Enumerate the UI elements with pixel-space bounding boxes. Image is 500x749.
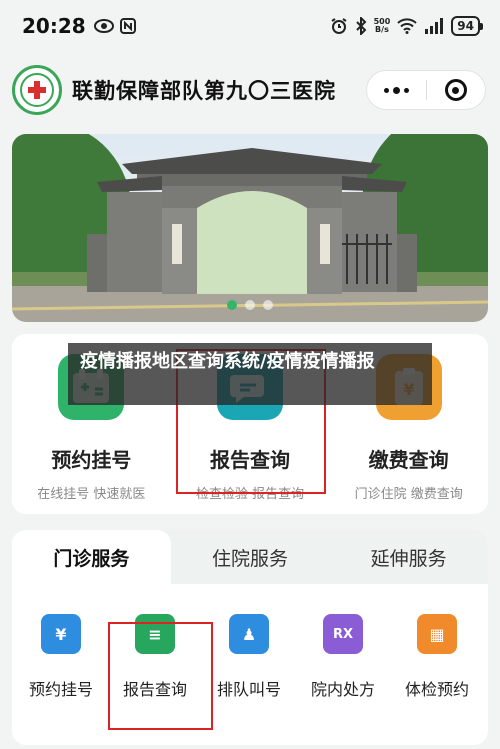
service-label: 体检预约 — [404, 680, 469, 699]
checkup-calendar-icon: ▦ — [417, 614, 457, 654]
service-label: 排队叫号 — [216, 680, 281, 699]
quick-action-title: 缴费查询 — [368, 448, 449, 472]
bluetooth-icon — [355, 17, 367, 35]
carousel-dot[interactable] — [245, 300, 255, 310]
eye-icon — [93, 19, 114, 33]
hospital-logo — [12, 65, 62, 115]
banner-carousel[interactable] — [12, 134, 488, 322]
quick-action-subtitle: 门诊住院 缴费查询 — [354, 487, 463, 502]
service-label: 院内处方 — [310, 680, 375, 699]
yen-ticket-icon: ¥ — [41, 614, 81, 654]
banner-gate-image — [12, 134, 488, 322]
tab-outpatient[interactable]: 门诊服务 — [12, 530, 171, 584]
hospital-name: 联勤保障部队第九〇三医院 — [72, 79, 336, 103]
service-queue[interactable]: ♟ 排队叫号 — [202, 614, 296, 700]
service-checkup[interactable]: ▦ 体检预约 — [390, 614, 484, 700]
wifi-icon — [397, 18, 417, 34]
network-speed: 500 B/s — [373, 17, 391, 34]
carousel-dot[interactable] — [263, 300, 273, 310]
highlight-box-report-service — [108, 622, 213, 730]
tab-extended[interactable]: 延伸服务 — [329, 530, 488, 584]
watermark-caption: 疫情播报地区查询系统/疫情疫情播报 — [68, 343, 432, 405]
signal-icon — [425, 18, 444, 34]
app-header: 联勤保障部队第九〇三医院 — [0, 55, 500, 125]
service-card: 门诊服务 住院服务 延伸服务 ¥ 预约挂号 ≡ 报告查询 ♟ 排队叫号 RX 院… — [12, 530, 488, 745]
carousel-dot[interactable] — [227, 300, 237, 310]
status-bar: 20:28 500 B/s 94 — [0, 0, 500, 52]
quick-action-subtitle: 在线挂号 快速就医 — [37, 487, 146, 502]
carousel-indicators — [12, 300, 488, 310]
service-grid: ¥ 预约挂号 ≡ 报告查询 ♟ 排队叫号 RX 院内处方 ▦ 体检预约 — [12, 584, 488, 700]
alarm-icon — [331, 18, 347, 34]
tab-inpatient[interactable]: 住院服务 — [171, 530, 330, 584]
close-miniprogram-button[interactable] — [427, 71, 486, 109]
more-dots-icon — [383, 86, 409, 94]
service-prescription[interactable]: RX 院内处方 — [296, 614, 390, 700]
service-appointment[interactable]: ¥ 预约挂号 — [14, 614, 108, 700]
target-close-icon — [444, 79, 467, 101]
nfc-icon — [119, 18, 136, 34]
status-time: 20:28 — [22, 14, 86, 38]
red-cross-icon — [28, 81, 46, 99]
more-menu-button[interactable] — [367, 71, 426, 109]
rx-prescription-icon: RX — [323, 614, 363, 654]
queue-person-icon: ♟ — [229, 614, 269, 654]
service-label: 预约挂号 — [28, 680, 93, 699]
service-tabs: 门诊服务 住院服务 延伸服务 — [12, 530, 488, 584]
battery-indicator: 94 — [451, 16, 483, 36]
miniprogram-capsule — [366, 70, 486, 110]
quick-action-title: 预约挂号 — [51, 448, 132, 472]
